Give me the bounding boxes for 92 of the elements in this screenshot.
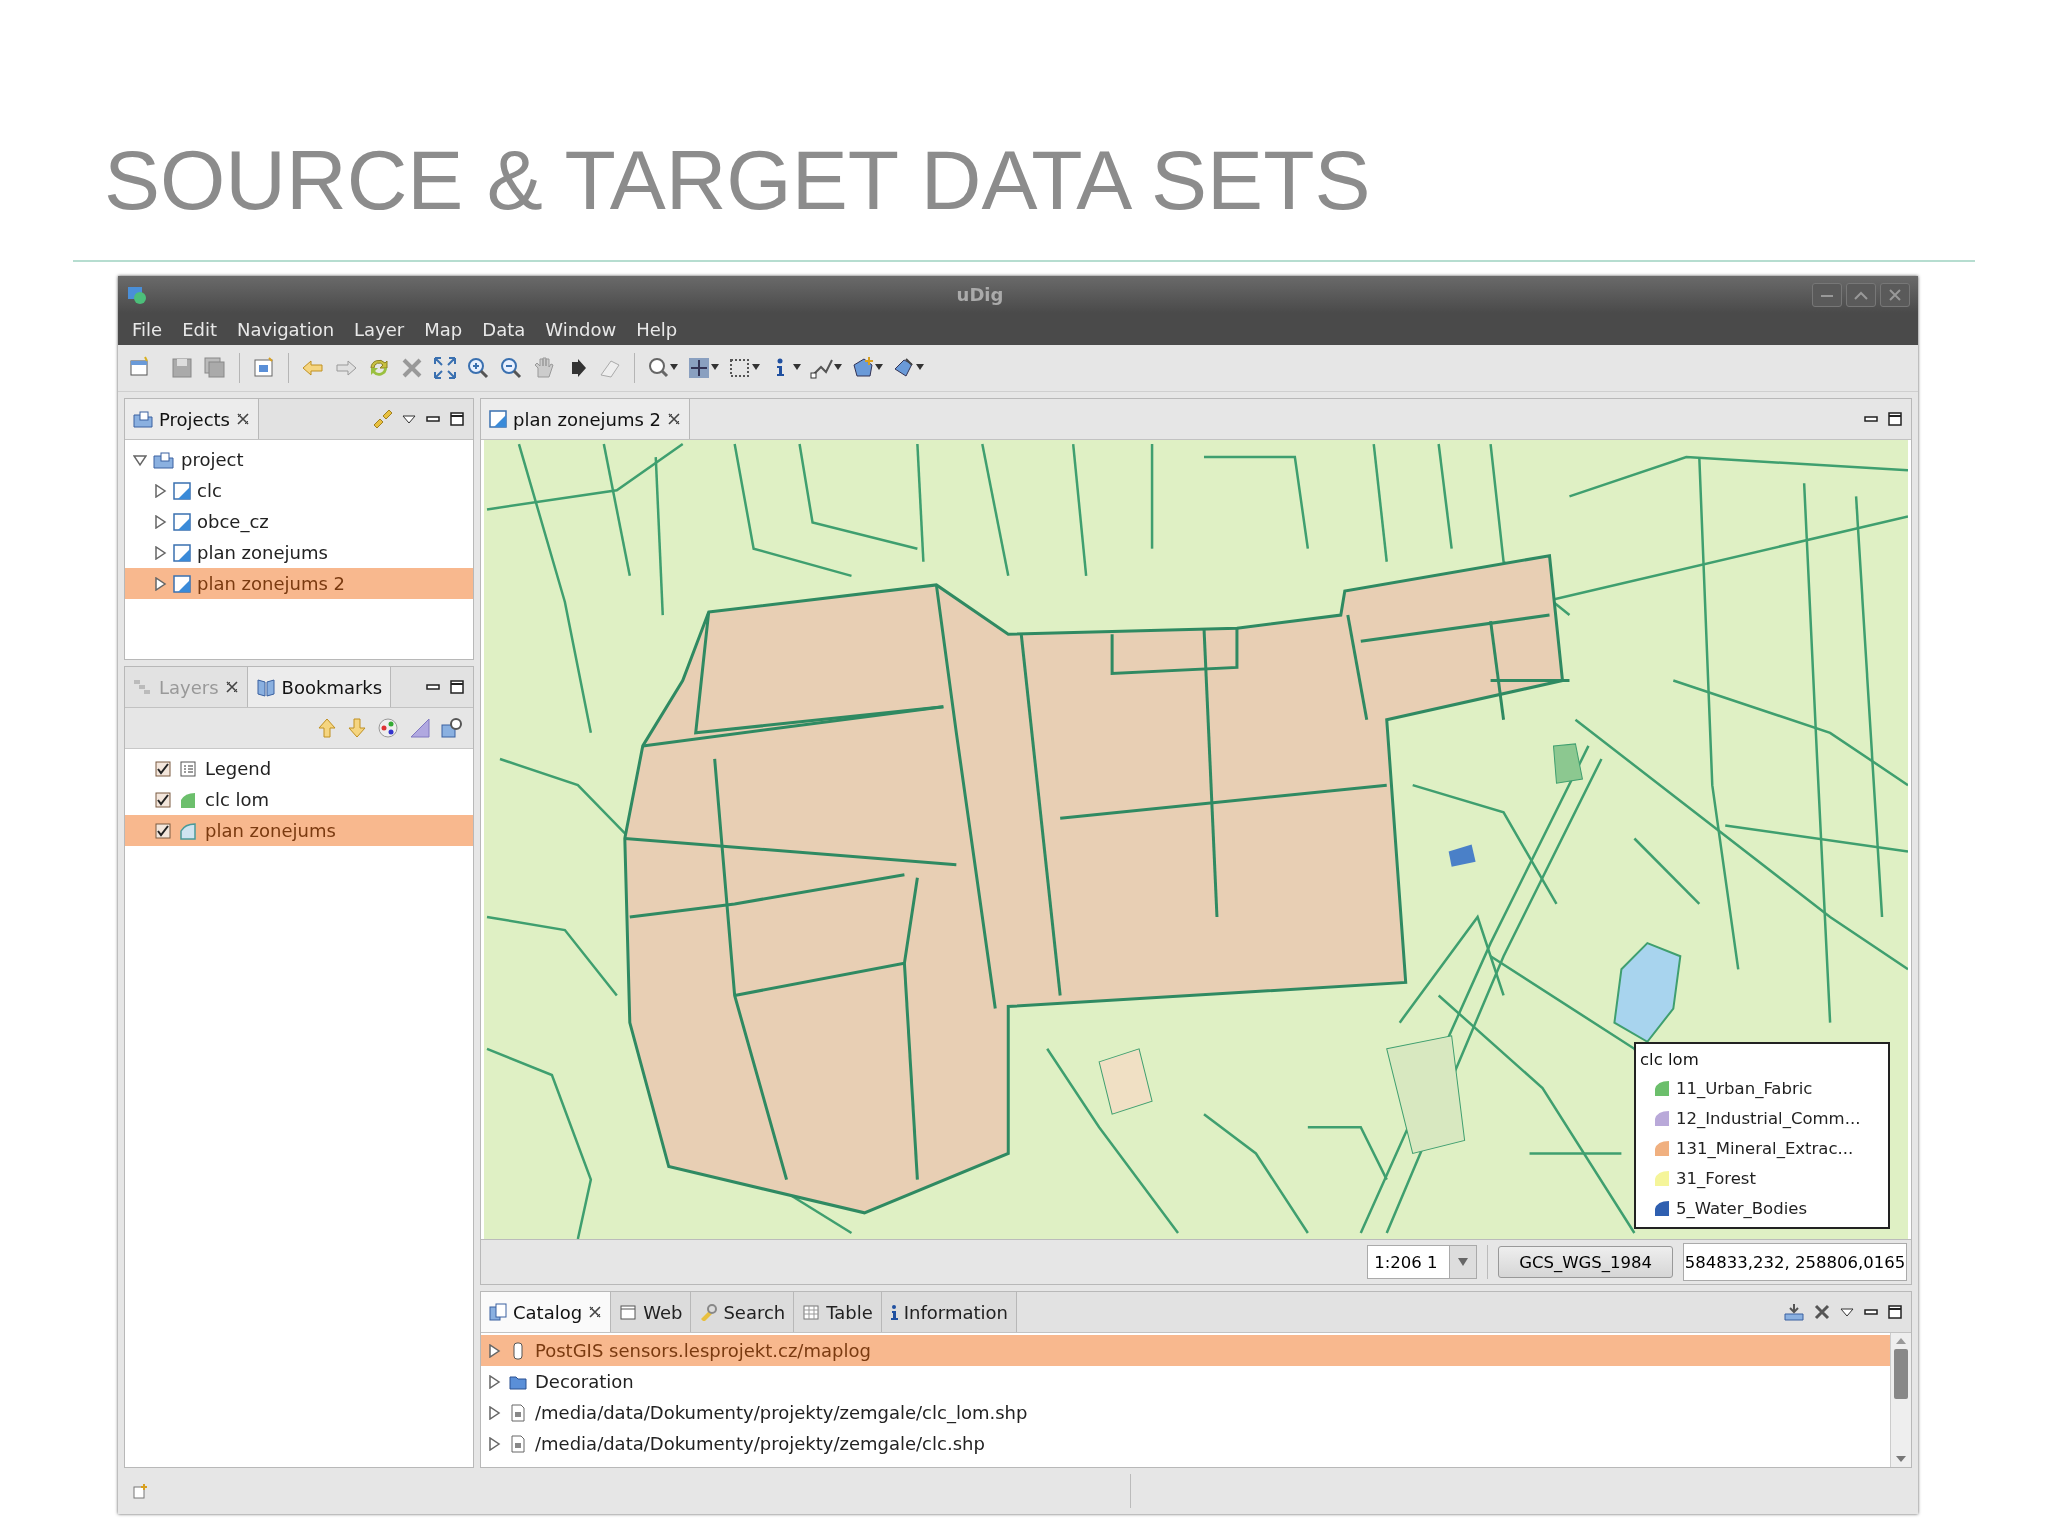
zoom-extent-icon[interactable] [432, 355, 458, 381]
tree-item[interactable]: project [125, 444, 473, 475]
panel-tab[interactable]: plan zonejums 2 [481, 399, 691, 439]
panel-tab[interactable]: Table [794, 1292, 882, 1332]
expander-icon[interactable] [133, 452, 147, 467]
expander-icon[interactable] [153, 545, 167, 560]
pond-shape [1448, 844, 1476, 867]
menu-item[interactable]: Help [626, 318, 688, 340]
panel-tab[interactable]: Search [691, 1292, 795, 1332]
close-icon[interactable] [667, 412, 682, 426]
checkbox[interactable] [155, 760, 171, 777]
scrollbar[interactable] [1890, 1333, 1911, 1467]
window-title: uDig [955, 284, 1005, 305]
scale-field[interactable]: 1:206 1 [1367, 1245, 1478, 1279]
close-icon[interactable] [224, 680, 239, 694]
polygon-outline-icon [179, 821, 197, 840]
scroll-down-icon[interactable] [1895, 1455, 1907, 1463]
palette-icon[interactable] [377, 717, 399, 739]
menu-item[interactable]: Map [414, 318, 473, 340]
legend-icon [179, 759, 197, 778]
tree-item[interactable]: clc [125, 475, 473, 506]
map-icon [173, 481, 191, 500]
projects-icon [133, 410, 153, 428]
map-icon [173, 512, 191, 531]
tree-item[interactable]: Legend [125, 753, 473, 784]
close-icon[interactable] [588, 1305, 603, 1319]
tree-item[interactable]: obce_cz [125, 506, 473, 537]
legend-label: 5_Water_Bodies [1676, 1198, 1807, 1218]
tree-item[interactable]: plan zonejums [125, 537, 473, 568]
view-menu-icon[interactable] [401, 412, 417, 426]
book-icon [255, 677, 276, 697]
maximize-icon[interactable] [449, 679, 465, 695]
project-icon [153, 450, 175, 469]
menu-item[interactable]: File [122, 318, 173, 340]
expander-icon[interactable] [153, 483, 167, 498]
maximize-icon[interactable] [1887, 411, 1903, 427]
legend-label: 31_Forest [1676, 1168, 1756, 1188]
file-icon [509, 1403, 527, 1422]
maximize-icon[interactable] [1887, 1304, 1903, 1320]
menu-item[interactable]: Edit [172, 318, 227, 340]
crs-button[interactable]: GCS_WGS_1984 [1498, 1246, 1673, 1278]
catalog-item[interactable]: /media/data/Dokumenty/projekty/zemgale/clc_lom.shp [481, 1397, 1890, 1428]
legend-label: 131_Mineral_Extrac... [1676, 1138, 1854, 1158]
import-icon[interactable] [1783, 1302, 1805, 1322]
tree-item[interactable]: plan zonejums 2 [125, 568, 473, 599]
panel-tab[interactable]: Information [881, 1292, 1017, 1332]
panel-tab[interactable]: Bookmarks [247, 667, 392, 707]
browser-window-icon [619, 1303, 638, 1321]
expander-icon[interactable] [487, 1405, 501, 1420]
zoom-to-layer-icon[interactable] [441, 717, 463, 739]
dropdown-icon[interactable] [1457, 1257, 1470, 1267]
slide-title: SOURCE & TARGET DATA SETS [104, 138, 1371, 222]
expander-icon[interactable] [487, 1343, 501, 1358]
checkbox[interactable] [155, 791, 171, 808]
panel-tab[interactable]: Projects [125, 399, 259, 439]
maximize-icon[interactable] [449, 411, 465, 427]
catalog-item[interactable]: Decoration [481, 1366, 1890, 1397]
layers-icon [133, 678, 153, 696]
tree-item[interactable]: clc lom [125, 784, 473, 815]
catalog-item[interactable]: /media/data/Dokumenty/projekty/zemgale/clc.shp [481, 1428, 1890, 1459]
expander-icon[interactable] [487, 1374, 501, 1389]
map-icon [173, 574, 191, 593]
menu-item[interactable]: Layer [344, 318, 415, 340]
menu-item[interactable]: Data [472, 318, 536, 340]
menu-item[interactable]: Navigation [227, 318, 345, 340]
legend-label: 11_Urban_Fabric [1676, 1078, 1813, 1098]
zoom-out-icon[interactable] [498, 355, 524, 381]
legend-title: clc lom [1640, 1050, 1700, 1069]
polygon-icon [179, 790, 197, 809]
expander-icon[interactable] [153, 514, 167, 529]
pan-tool-icon[interactable] [687, 355, 721, 381]
zoom-in-icon[interactable] [465, 355, 491, 381]
legend-label: 12_Industrial_Comm... [1676, 1108, 1861, 1128]
tree-item[interactable]: plan zonejums [125, 815, 473, 846]
close-icon[interactable] [235, 412, 250, 426]
table-icon [802, 1303, 821, 1321]
checkbox[interactable] [155, 822, 171, 839]
info-icon [889, 1303, 898, 1321]
remove-icon[interactable] [1813, 1303, 1831, 1321]
search-icon [699, 1303, 718, 1321]
coordinates-field: 584833,232, 258806,0165 [1683, 1243, 1907, 1281]
map-icon [173, 543, 191, 562]
menu-item[interactable]: Window [535, 318, 627, 340]
catalog-icon [489, 1303, 507, 1321]
map-icon [489, 410, 507, 428]
panel-tab[interactable]: Catalog [481, 1292, 612, 1332]
panel-tab[interactable]: Web [611, 1292, 692, 1332]
file-icon [509, 1434, 527, 1453]
expander-icon[interactable] [487, 1436, 501, 1451]
expander-icon[interactable] [153, 576, 167, 591]
catalog-item[interactable]: PostGIS sensors.lesprojekt.cz/maplog [481, 1335, 1890, 1366]
view-menu-icon[interactable] [1839, 1305, 1855, 1319]
